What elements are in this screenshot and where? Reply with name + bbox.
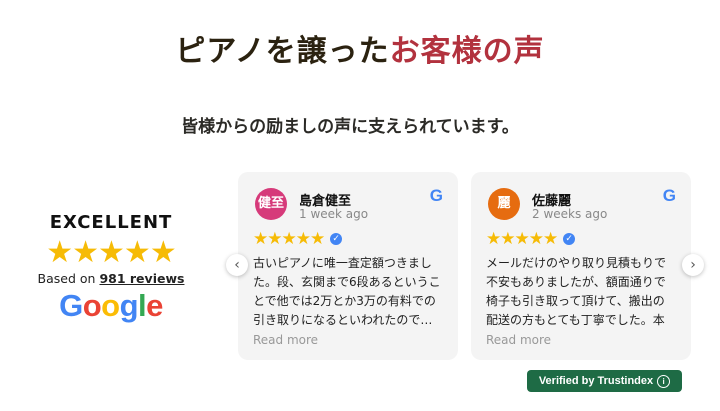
carousel-next-button[interactable]: › [682,254,704,276]
based-on-label: Based on [37,271,96,286]
title-part-2: お客様の声 [389,34,545,69]
review-card: 健至 島倉健至 1 week ago G ★★★★★ ✓ 古いピアノに唯一査定額… [238,172,458,360]
title-part-1: ピアノを譲った [175,34,390,69]
review-time: 1 week ago [299,207,369,221]
verified-check-icon: ✓ [563,233,576,245]
google-g-icon: G [662,186,676,205]
read-more-link[interactable]: Read more [253,333,443,347]
rating-word: EXCELLENT [49,212,173,233]
verified-badge[interactable]: Verified by Trustindex i [527,370,682,392]
avatar: 麗 [488,188,520,220]
based-on-text: Based on 981 reviews [28,271,194,286]
review-count-link[interactable]: 981 reviews [99,271,184,286]
info-icon: i [657,374,671,388]
chevron-left-icon: ‹ [234,257,240,273]
review-card: 麗 佐藤麗 2 weeks ago G ★★★★★ ✓ メールだけのやり取り見積… [471,172,691,360]
avatar: 健至 [255,188,287,220]
review-stars: ★★★★★ [486,229,558,249]
review-text: 古いピアノに唯一査定額つきました。段、玄関まで6段あるということで他では2万とか… [253,256,441,327]
summary-stars: ★★★★★ [46,235,176,270]
carousel-prev-button[interactable]: ‹ [226,254,248,276]
review-text: メールだけのやり取り見積もりで不安もありましたが、額面通りで椅子も引き取って頂け… [486,256,667,327]
google-logo: Google [59,288,163,323]
verified-badge-label: Verified by Trustindex [538,375,654,387]
read-more-link[interactable]: Read more [486,333,676,347]
page-title: ピアノを譲ったお客様の声 [0,30,720,74]
review-stars: ★★★★★ [253,229,325,249]
review-time: 2 weeks ago [532,207,608,221]
rating-summary: EXCELLENT ★★★★★ Based on 981 reviews Goo… [28,212,194,324]
page-subtitle: 皆様からの励ましの声に支えられています。 [181,117,519,137]
verified-check-icon: ✓ [330,233,343,245]
google-g-icon: G [429,186,443,205]
chevron-right-icon: › [690,257,696,273]
